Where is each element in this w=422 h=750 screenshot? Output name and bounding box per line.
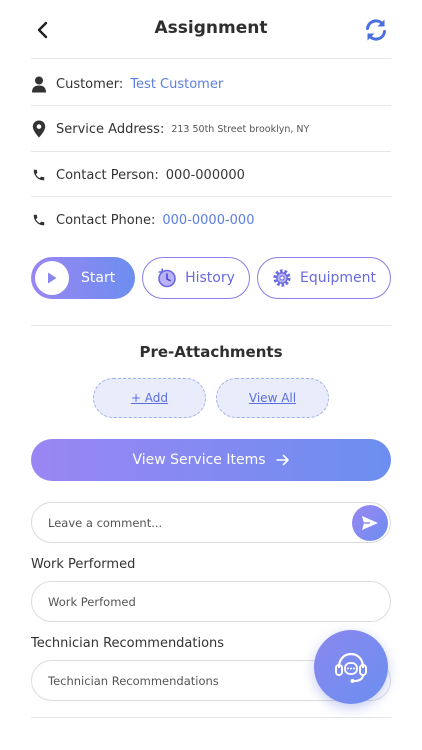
view-service-items-button[interactable]: View Service Items — [31, 439, 391, 481]
view-service-items-label: View Service Items — [132, 452, 266, 468]
assignment-screen: Assignment Customer: Test Customer Servi… — [0, 0, 422, 750]
send-button[interactable] — [352, 505, 388, 541]
contact-phone-row: Contact Phone: 000-0000-000 — [31, 197, 391, 243]
divider — [31, 717, 391, 718]
back-button[interactable] — [31, 18, 55, 42]
service-address-row: Service Address: 213 50th Street brookly… — [31, 106, 391, 152]
start-button[interactable]: Start — [31, 257, 135, 299]
contact-person-value: 000-000000 — [165, 167, 245, 183]
send-icon — [362, 516, 378, 530]
headset-support-icon — [335, 652, 367, 683]
history-icon — [157, 268, 177, 288]
contact-person-label: Contact Person: — [56, 167, 159, 183]
phone-icon — [31, 211, 47, 229]
comment-box — [31, 502, 391, 543]
customer-label: Customer: — [56, 76, 124, 92]
start-label: Start — [81, 270, 116, 286]
refresh-button[interactable] — [362, 16, 390, 44]
service-address-value: 213 50th Street brooklyn, NY — [171, 123, 310, 135]
user-icon — [31, 75, 47, 93]
chevron-left-icon — [37, 21, 48, 39]
technician-recommendations-input[interactable] — [48, 673, 348, 688]
location-pin-icon — [31, 120, 47, 138]
add-attachment-button[interactable]: + Add — [93, 378, 206, 418]
view-all-label: View All — [248, 391, 297, 405]
contact-phone-value[interactable]: 000-0000-000 — [162, 213, 254, 228]
technician-recommendations-label: Technician Recommendations — [31, 636, 225, 651]
arrow-right-icon — [275, 453, 290, 467]
divider — [31, 58, 391, 59]
equipment-label: Equipment — [300, 270, 376, 286]
comment-input[interactable] — [48, 515, 338, 530]
gear-icon — [272, 268, 292, 288]
work-performed-label: Work Performed — [31, 557, 136, 572]
customer-value[interactable]: Test Customer — [130, 77, 223, 92]
contact-phone-label: Contact Phone: — [56, 212, 156, 228]
work-performed-box — [31, 581, 391, 622]
view-all-attachments-button[interactable]: View All — [216, 378, 329, 418]
page-title: Assignment — [154, 18, 268, 38]
header: Assignment — [0, 0, 422, 58]
refresh-icon — [366, 19, 386, 41]
play-icon — [35, 261, 69, 295]
work-performed-input[interactable] — [48, 594, 348, 609]
contact-person-row: Contact Person: 000-000000 — [31, 152, 391, 198]
history-label: History — [185, 270, 235, 286]
phone-icon — [31, 166, 47, 184]
add-attachment-label: + Add — [130, 391, 169, 405]
equipment-button[interactable]: Equipment — [257, 257, 391, 299]
pre-attachments-title: Pre-Attachments — [139, 343, 283, 361]
history-button[interactable]: History — [142, 257, 250, 299]
support-chat-button[interactable] — [314, 630, 388, 704]
customer-row: Customer: Test Customer — [31, 61, 391, 107]
service-address-label: Service Address: — [56, 121, 165, 137]
divider — [31, 325, 391, 326]
